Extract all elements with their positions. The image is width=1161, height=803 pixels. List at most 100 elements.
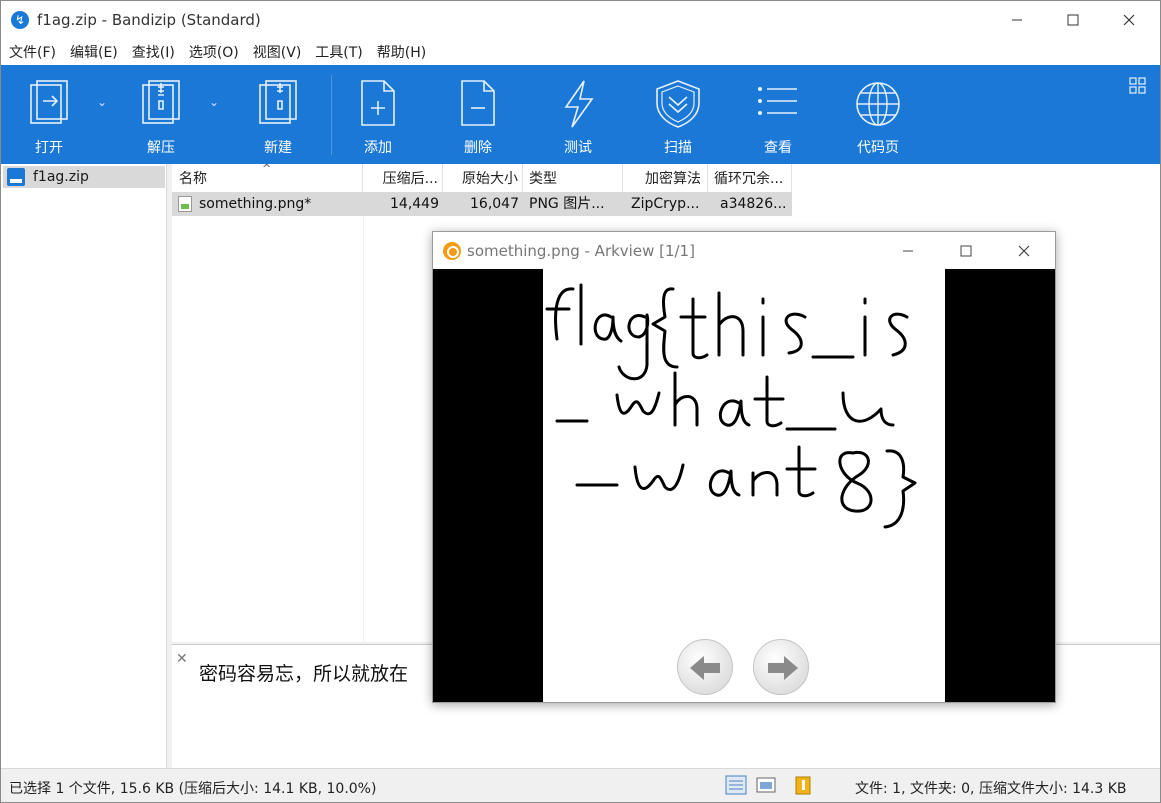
new-label: 新建 — [264, 140, 292, 156]
close-icon — [1123, 14, 1135, 26]
toolbar: 打开 ⌄ 解压 ⌄ 新建 添加 删除 测试 扫描 查看 代码页 — [1, 65, 1160, 164]
delete-button[interactable]: 删除 — [430, 65, 526, 164]
close-button[interactable] — [1101, 1, 1157, 39]
minimize-button[interactable] — [989, 1, 1045, 39]
status-bar: 已选择 1 个文件, 15.6 KB (压缩后大小: 14.1 KB, 10.0… — [1, 768, 1160, 802]
cell-encryption: ZipCryp... — [631, 196, 700, 212]
close-comment-icon[interactable]: ✕ — [176, 651, 188, 667]
add-button[interactable]: 添加 — [330, 65, 426, 164]
extract-button[interactable]: 解压 — [113, 65, 209, 164]
view-label: 查看 — [764, 140, 792, 156]
arkview-title: something.png - Arkview [1/1] — [467, 242, 695, 260]
menu-find[interactable]: 查找(I) — [132, 42, 175, 62]
arkview-close-button[interactable] — [997, 232, 1051, 269]
column-header-original[interactable]: 原始大小 — [443, 164, 523, 192]
column-type-label: 类型 — [529, 171, 557, 187]
lightning-icon — [564, 80, 594, 128]
next-image-button[interactable] — [753, 639, 809, 695]
archive-status: 文件: 1, 文件夹: 0, 压缩文件大小: 14.3 KB — [855, 781, 1127, 797]
globe-icon — [856, 82, 900, 126]
table-row[interactable]: something.png* 14,449 16,047 PNG 图片... Z… — [172, 192, 792, 216]
bandizip-logo-icon: ↯ — [11, 11, 29, 29]
handwritten-flag-image — [543, 269, 945, 702]
menu-view[interactable]: 视图(V) — [253, 42, 302, 62]
image-canvas — [433, 269, 1055, 702]
extract-icon — [142, 80, 180, 124]
add-label: 添加 — [364, 140, 392, 156]
details-view-icon[interactable] — [725, 775, 747, 795]
open-button[interactable]: 打开 — [1, 65, 97, 164]
arkview-title-bar: something.png - Arkview [1/1] — [433, 232, 1055, 269]
tree-item-archive[interactable]: f1ag.zip — [3, 166, 165, 188]
arkview-maximize-button[interactable] — [939, 232, 993, 269]
extract-label: 解压 — [147, 140, 175, 156]
arrow-left-icon — [690, 656, 720, 680]
new-button[interactable]: 新建 — [230, 65, 326, 164]
column-header-name[interactable]: ^ 名称 — [172, 162, 363, 192]
maximize-button[interactable] — [1045, 1, 1101, 39]
column-name-label: 名称 — [179, 171, 207, 187]
preview-pane-icon[interactable] — [755, 775, 777, 795]
menu-help[interactable]: 帮助(H) — [377, 42, 426, 62]
arkview-logo-icon — [443, 242, 461, 260]
archive-info-icon[interactable] — [793, 775, 815, 795]
add-file-icon — [361, 80, 395, 126]
arkview-window: something.png - Arkview [1/1] — [432, 231, 1056, 703]
tree-item-label: f1ag.zip — [33, 169, 89, 185]
column-header-packed[interactable]: 压缩后... — [363, 164, 443, 192]
maximize-icon — [960, 245, 972, 256]
column-packed-label: 压缩后... — [382, 171, 438, 187]
scan-button[interactable]: 扫描 — [630, 65, 726, 164]
column-header-encryption[interactable]: 加密算法 — [623, 164, 708, 192]
column-header-type[interactable]: 类型 — [523, 164, 623, 192]
delete-file-icon — [461, 80, 495, 126]
layout-grid-icon[interactable] — [1129, 77, 1147, 95]
open-icon — [30, 80, 68, 124]
new-archive-icon — [259, 80, 297, 124]
column-encryption-label: 加密算法 — [645, 171, 701, 187]
selection-status: 已选择 1 个文件, 15.6 KB (压缩后大小: 14.1 KB, 10.0… — [9, 781, 377, 797]
menu-tools[interactable]: 工具(T) — [315, 42, 362, 62]
arrow-right-icon — [768, 656, 798, 680]
sort-ascending-icon: ^ — [262, 162, 272, 175]
minimize-icon — [903, 250, 913, 251]
shield-icon — [656, 80, 700, 128]
previous-image-button[interactable] — [677, 639, 733, 695]
cell-type: PNG 图片... — [529, 196, 605, 212]
scan-label: 扫描 — [664, 140, 692, 156]
close-icon — [1018, 245, 1030, 256]
menu-options[interactable]: 选项(O) — [189, 42, 239, 62]
delete-label: 删除 — [464, 140, 492, 156]
codepage-label: 代码页 — [857, 140, 899, 156]
cell-packed: 14,449 — [390, 196, 439, 212]
arkview-minimize-button[interactable] — [881, 232, 935, 269]
column-header-crc[interactable]: 循环冗余... — [708, 164, 792, 192]
cell-crc: a34826... — [720, 196, 787, 212]
open-dropdown-icon[interactable]: ⌄ — [97, 95, 111, 109]
minimize-icon — [1012, 19, 1022, 21]
column-crc-label: 循环冗余... — [714, 171, 784, 187]
maximize-icon — [1067, 14, 1079, 26]
menu-edit[interactable]: 编辑(E) — [70, 42, 118, 62]
codepage-button[interactable]: 代码页 — [830, 65, 926, 164]
bandizip-window: ↯ f1ag.zip - Bandizip (Standard) 文件(F) 编… — [0, 0, 1161, 803]
menu-file[interactable]: 文件(F) — [9, 42, 56, 62]
test-button[interactable]: 测试 — [530, 65, 626, 164]
column-divider — [363, 216, 364, 642]
comment-text: 密码容易忘，所以就放在 — [199, 663, 409, 685]
list-view-icon — [758, 87, 797, 115]
menu-bar: 文件(F) 编辑(E) 查找(I) 选项(O) 视图(V) 工具(T) 帮助(H… — [1, 39, 1160, 65]
window-title: f1ag.zip - Bandizip (Standard) — [37, 11, 261, 29]
cell-original: 16,047 — [470, 196, 519, 212]
open-label: 打开 — [35, 140, 63, 156]
png-file-icon — [178, 196, 192, 212]
folder-tree: f1ag.zip — [1, 164, 167, 768]
cell-name: something.png* — [199, 196, 312, 212]
column-original-label: 原始大小 — [462, 171, 518, 187]
test-label: 测试 — [564, 140, 592, 156]
view-button[interactable]: 查看 — [730, 65, 826, 164]
zip-icon — [7, 168, 25, 186]
handwriting-image — [545, 283, 917, 529]
title-bar: ↯ f1ag.zip - Bandizip (Standard) — [1, 1, 1160, 39]
extract-dropdown-icon[interactable]: ⌄ — [209, 95, 223, 109]
